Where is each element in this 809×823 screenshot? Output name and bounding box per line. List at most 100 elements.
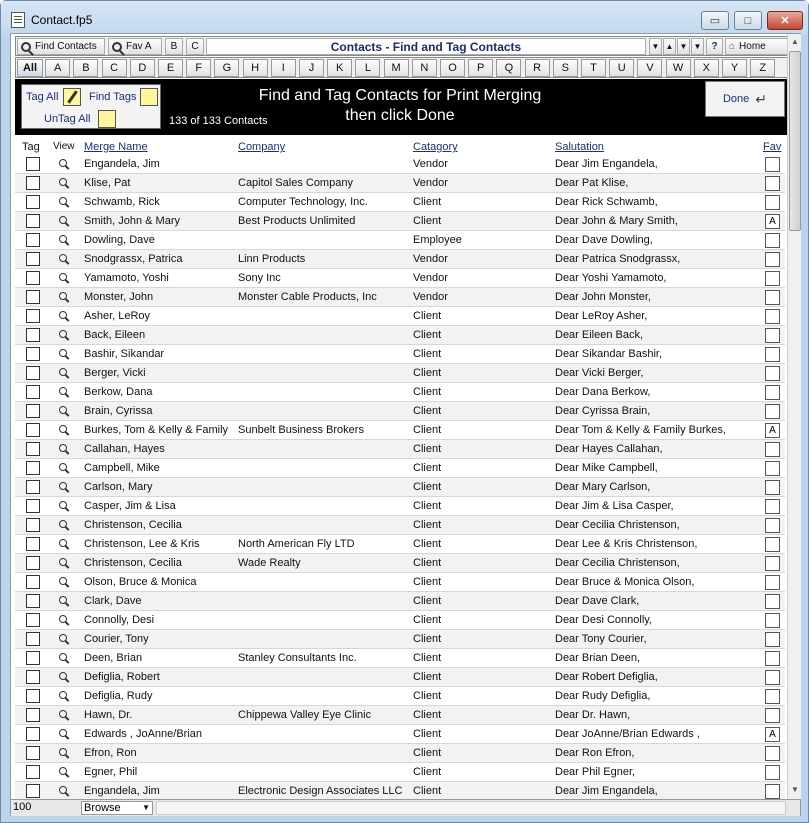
table-row[interactable]: Hawn, Dr. Chippewa Valley Eye Clinic Clien…	[15, 706, 785, 725]
table-row[interactable]: Courier, Tony Client Dear Tony Courier,	[15, 630, 785, 649]
table-row[interactable]: Berkow, Dana Client Dear Dana Berkow,	[15, 383, 785, 402]
table-row[interactable]: Casper, Jim & Lisa Client Dear Jim & Lisa …	[15, 497, 785, 516]
view-magnifier-icon[interactable]	[59, 558, 67, 566]
tag-checkbox[interactable]	[26, 290, 40, 304]
tag-checkbox[interactable]	[26, 347, 40, 361]
pencil-icon[interactable]	[63, 88, 81, 106]
view-magnifier-icon[interactable]	[59, 520, 67, 528]
alpha-filter-i[interactable]: I	[270, 59, 296, 77]
view-magnifier-icon[interactable]	[59, 539, 67, 547]
table-row[interactable]: Burkes, Tom & Kelly & Family Sunbelt Busi…	[15, 421, 785, 440]
close-button[interactable]: ✕	[767, 11, 803, 30]
alpha-filter-z[interactable]: Z	[750, 59, 776, 77]
view-magnifier-icon[interactable]	[59, 767, 67, 775]
table-row[interactable]: Snodgrassx, Patrica Linn Products Vendor De…	[15, 250, 785, 269]
alpha-filter-x[interactable]: X	[693, 59, 719, 77]
alpha-filter-k[interactable]: K	[327, 59, 353, 77]
alpha-filter-e[interactable]: E	[158, 59, 183, 77]
fav-checkbox[interactable]	[765, 252, 780, 267]
alpha-filter-h[interactable]: H	[242, 59, 268, 77]
fav-checkbox[interactable]	[765, 594, 780, 609]
table-row[interactable]: Monster, John Monster Cable Products, Inc…	[15, 288, 785, 307]
tag-checkbox[interactable]	[26, 461, 40, 475]
help-button[interactable]: ?	[706, 38, 723, 55]
fav-checkbox[interactable]	[765, 309, 780, 324]
fav-checkbox[interactable]	[765, 290, 780, 305]
view-magnifier-icon[interactable]	[59, 672, 67, 680]
tag-checkbox[interactable]	[26, 233, 40, 247]
tag-checkbox[interactable]	[26, 442, 40, 456]
view-magnifier-icon[interactable]	[59, 216, 67, 224]
fav-checkbox[interactable]	[765, 746, 780, 761]
view-magnifier-icon[interactable]	[59, 710, 67, 718]
table-row[interactable]: Defiglia, Robert Client Dear Robert Defigl…	[15, 668, 785, 687]
tag-checkbox[interactable]	[26, 518, 40, 532]
tag-checkbox[interactable]	[26, 727, 40, 741]
table-row[interactable]: Defiglia, Rudy Client Dear Rudy Defiglia,	[15, 687, 785, 706]
tag-checkbox[interactable]	[26, 404, 40, 418]
fav-checkbox[interactable]	[765, 480, 780, 495]
view-magnifier-icon[interactable]	[59, 178, 67, 186]
view-magnifier-icon[interactable]	[59, 691, 67, 699]
view-magnifier-icon[interactable]	[59, 653, 67, 661]
alpha-filter-n[interactable]: N	[411, 59, 437, 77]
scroll-thumb[interactable]	[789, 51, 801, 231]
alpha-filter-c[interactable]: C	[101, 59, 127, 77]
home-button[interactable]: ⌂ Home	[725, 38, 795, 55]
tag-checkbox[interactable]	[26, 765, 40, 779]
untag-icon[interactable]	[98, 110, 116, 128]
alpha-filter-d[interactable]: D	[129, 59, 155, 77]
tag-checkbox[interactable]	[26, 594, 40, 608]
table-row[interactable]: Dowling, Dave Employee Dear Dave Dowling,	[15, 231, 785, 250]
fav-checkbox[interactable]	[765, 708, 780, 723]
fav-checkbox[interactable]	[765, 157, 780, 172]
fav-checkbox[interactable]	[765, 613, 780, 628]
fav-checkbox[interactable]	[765, 233, 780, 248]
view-magnifier-icon[interactable]	[59, 482, 67, 490]
fav-checkbox[interactable]	[765, 195, 780, 210]
tag-checkbox[interactable]	[26, 651, 40, 665]
fav-checkbox[interactable]	[765, 689, 780, 704]
table-row[interactable]: Christenson, Lee & Kris North American Fl…	[15, 535, 785, 554]
horizontal-scrollbar[interactable]	[156, 801, 786, 815]
fav-checkbox[interactable]	[765, 651, 780, 666]
tag-checkbox[interactable]	[26, 613, 40, 627]
alpha-filter-w[interactable]: W	[665, 59, 691, 77]
tag-checkbox[interactable]	[26, 271, 40, 285]
table-row[interactable]: Deen, Brian Stanley Consultants Inc. Clien…	[15, 649, 785, 668]
alpha-filter-m[interactable]: M	[383, 59, 409, 77]
alpha-filter-j[interactable]: J	[299, 59, 324, 77]
table-row[interactable]: Yamamoto, Yoshi Sony Inc Vendor Dear Yoshi …	[15, 269, 785, 288]
alpha-filter-all[interactable]: All	[17, 59, 43, 77]
fav-checkbox[interactable]	[765, 537, 780, 552]
tag-checkbox[interactable]	[26, 214, 40, 228]
tag-checkbox[interactable]	[26, 157, 40, 171]
table-row[interactable]: Christenson, Cecilia Client Dear Cecilia C…	[15, 516, 785, 535]
table-row[interactable]: Callahan, Hayes Client Dear Hayes Callahan…	[15, 440, 785, 459]
nav-up-button[interactable]: ▲	[663, 38, 676, 55]
fav-checkbox[interactable]	[765, 347, 780, 362]
tag-checkbox[interactable]	[26, 670, 40, 684]
view-magnifier-icon[interactable]	[59, 615, 67, 623]
fav-checkbox[interactable]	[765, 461, 780, 476]
view-magnifier-icon[interactable]	[59, 254, 67, 262]
view-magnifier-icon[interactable]	[59, 368, 67, 376]
view-magnifier-icon[interactable]	[59, 501, 67, 509]
fav-checkbox[interactable]	[765, 784, 780, 799]
fav-checkbox[interactable]: A	[765, 423, 780, 438]
fav-checkbox[interactable]: A	[765, 214, 780, 229]
fav-checkbox[interactable]	[765, 632, 780, 647]
tag-checkbox[interactable]	[26, 385, 40, 399]
fav-checkbox[interactable]	[765, 366, 780, 381]
fav-checkbox[interactable]	[765, 271, 780, 286]
view-magnifier-icon[interactable]	[59, 235, 67, 243]
tag-checkbox[interactable]	[26, 252, 40, 266]
alpha-filter-g[interactable]: G	[214, 59, 240, 77]
view-magnifier-icon[interactable]	[59, 596, 67, 604]
fav-checkbox[interactable]	[765, 518, 780, 533]
table-row[interactable]: Brain, Cyrissa Client Dear Cyrissa Brain,	[15, 402, 785, 421]
tag-checkbox[interactable]	[26, 423, 40, 437]
alpha-filter-a[interactable]: A	[45, 59, 71, 77]
alpha-filter-q[interactable]: Q	[496, 59, 522, 77]
table-row[interactable]: Berger, Vicki Client Dear Vicki Berger,	[15, 364, 785, 383]
